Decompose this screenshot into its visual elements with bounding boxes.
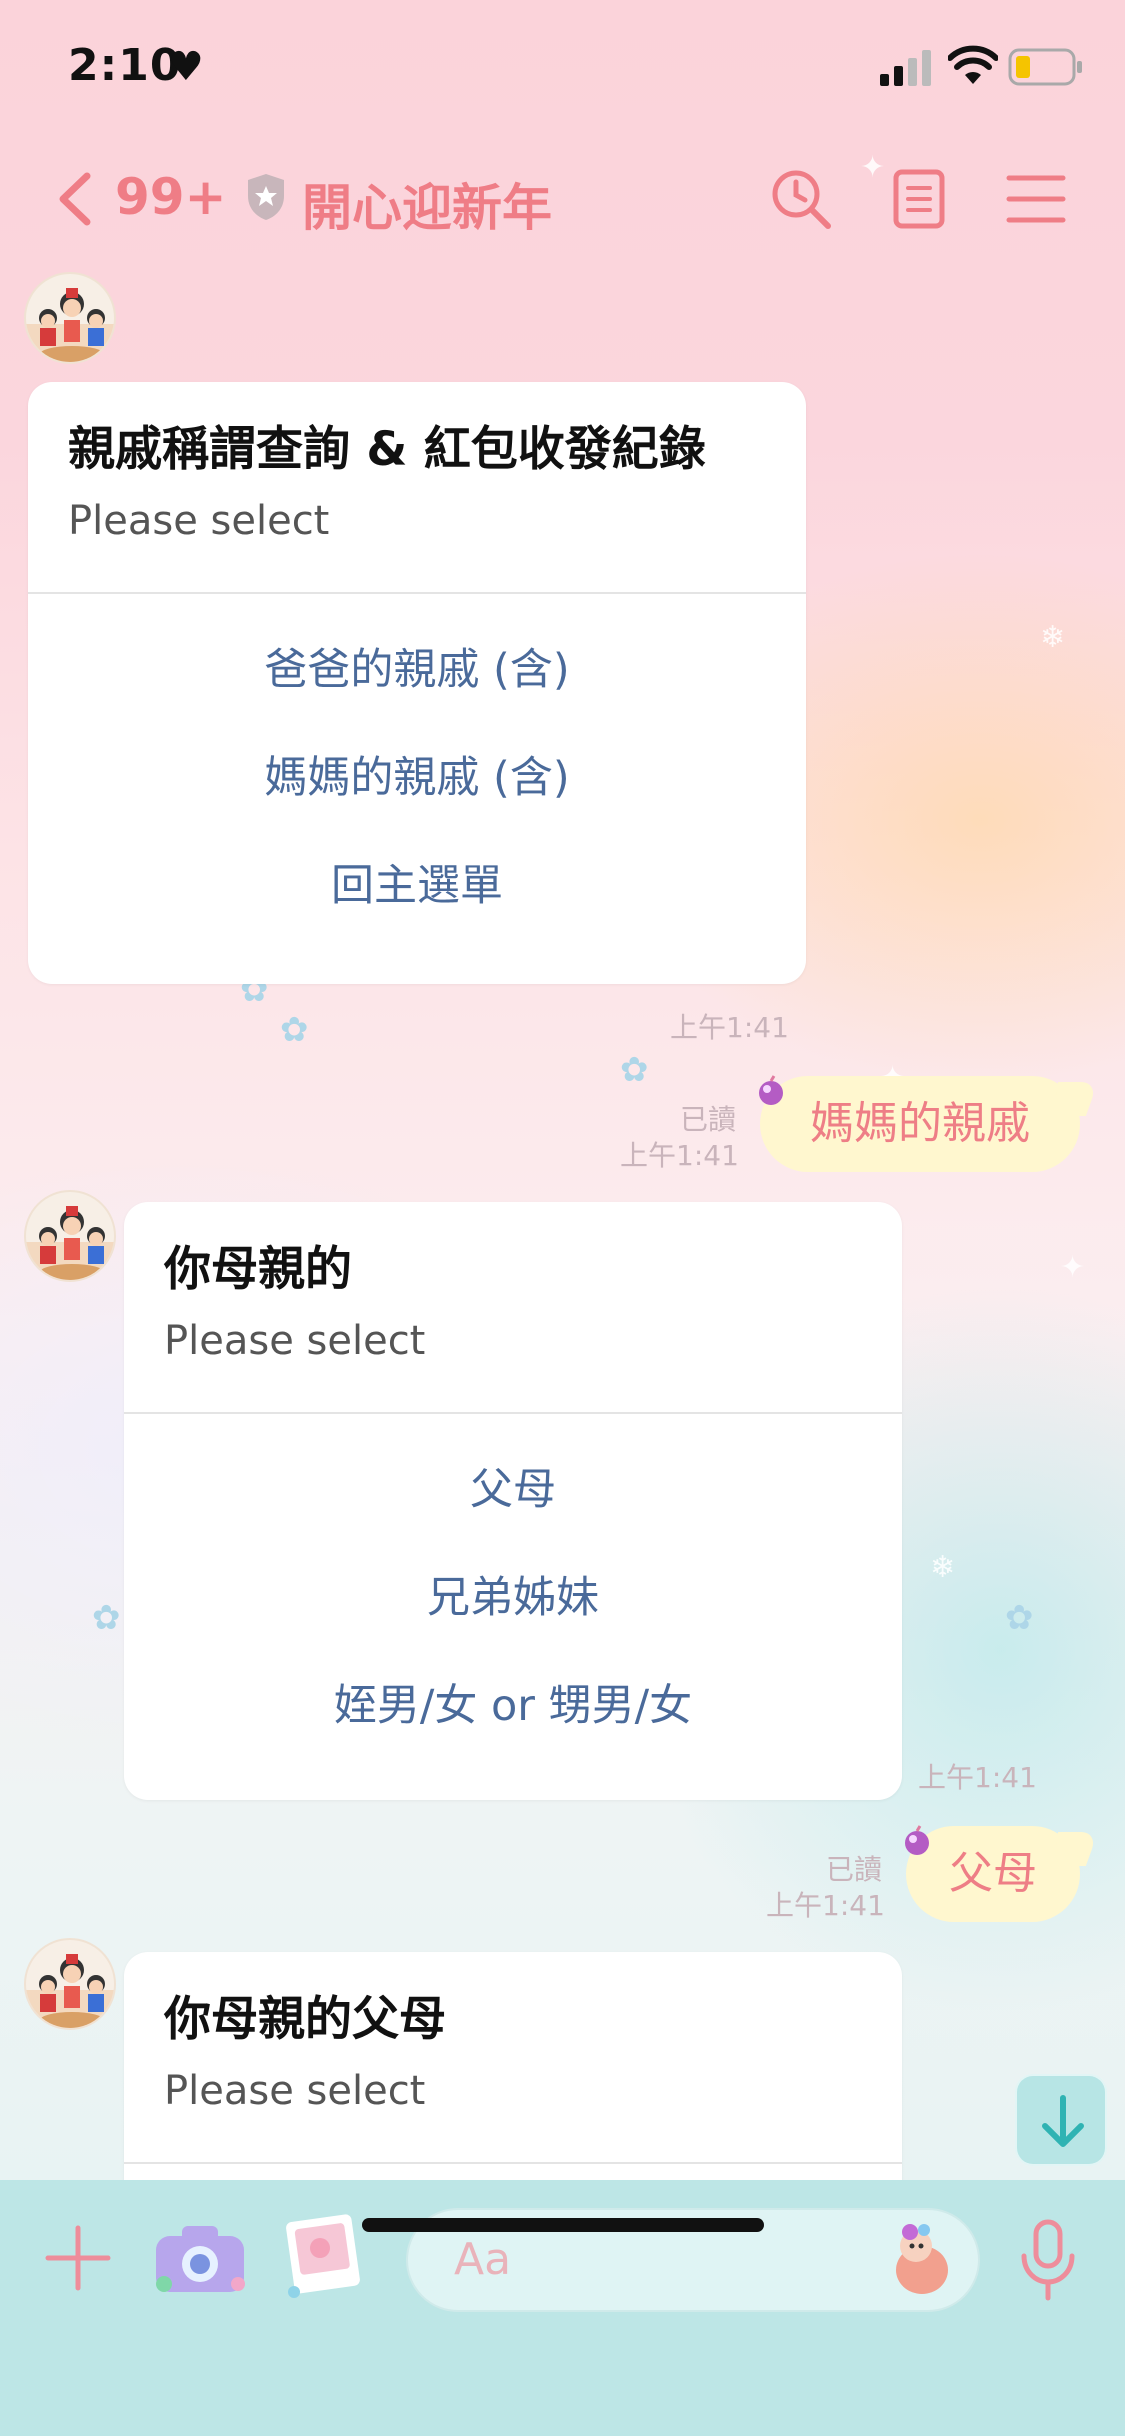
chat-header: 99+ 開心迎新年 — [0, 150, 1125, 250]
bot-avatar[interactable] — [24, 1190, 116, 1282]
message-timestamp: 上午1:41 — [766, 1889, 885, 1922]
sticker-badge-icon — [905, 1825, 929, 1855]
card-header: 你母親的父母 Please select — [124, 1952, 902, 2164]
card-header: 親戚稱謂查詢 & 紅包收發紀錄 Please select — [28, 382, 806, 594]
outgoing-message-bubble[interactable]: 媽媽的親戚 — [760, 1076, 1080, 1172]
read-receipt: 已讀 — [826, 1853, 883, 1886]
flex-message-card: 親戚稱謂查詢 & 紅包收發紀錄 Please select 爸爸的親戚 (含) … — [28, 382, 806, 984]
option-nephews-nieces[interactable]: 姪男/女 or 甥男/女 — [124, 1676, 902, 1784]
camera-icon[interactable] — [148, 2220, 252, 2300]
sparkle-decoration: ❄ — [1040, 620, 1066, 655]
search-icon[interactable] — [768, 166, 834, 232]
family-avatar-icon — [26, 1206, 114, 1280]
flower-decoration: ✿ — [280, 1010, 309, 1050]
message-timestamp: 上午1:41 — [918, 1761, 1037, 1794]
sparkle-decoration: ✦ — [1060, 1250, 1086, 1285]
message-text: 父母 — [949, 1848, 1037, 1899]
card-title: 親戚稱謂查詢 & 紅包收發紀錄 — [68, 422, 706, 477]
card-subtitle: Please select — [68, 498, 330, 544]
card-options: 爸爸的親戚 (含) 媽媽的親戚 (含) 回主選單 — [28, 594, 806, 964]
wifi-icon — [948, 45, 998, 84]
heart-icon: ♥ — [168, 44, 204, 90]
bot-avatar[interactable] — [24, 272, 116, 364]
card-header: 你母親的 Please select — [124, 1202, 902, 1414]
photo-icon[interactable] — [280, 2212, 364, 2302]
flex-message-card: 你母親的 Please select 父母 兄弟姊妹 姪男/女 or 甥男/女 — [124, 1202, 902, 1800]
home-indicator — [362, 2218, 764, 2232]
card-title: 你母親的 — [164, 1242, 352, 1297]
mic-icon[interactable] — [1018, 2218, 1078, 2302]
flower-decoration: ✿ — [620, 1050, 649, 1090]
option-father-relatives[interactable]: 爸爸的親戚 (含) — [28, 640, 806, 748]
card-subtitle: Please select — [164, 2068, 426, 2114]
status-bar: 2:10 ♥ — [0, 0, 1125, 130]
flower-decoration: ✿ — [1005, 1598, 1034, 1638]
notes-icon[interactable] — [886, 166, 952, 232]
message-timestamp: 上午1:41 — [620, 1139, 739, 1172]
sticker-badge-icon — [759, 1075, 783, 1105]
option-main-menu[interactable]: 回主選單 — [28, 856, 806, 964]
shield-icon — [248, 174, 284, 220]
plus-icon[interactable] — [42, 2222, 114, 2294]
message-timestamp: 上午1:41 — [670, 1011, 789, 1044]
back-chevron-icon[interactable] — [55, 170, 95, 228]
family-avatar-icon — [26, 1954, 114, 2028]
arrow-down-icon — [1042, 2095, 1084, 2147]
family-avatar-icon — [26, 288, 114, 362]
menu-icon[interactable] — [1003, 166, 1069, 232]
emoji-icon[interactable] — [886, 2220, 956, 2298]
flex-message-card: 你母親的父母 Please select — [124, 1952, 902, 2212]
card-subtitle: Please select — [164, 1318, 426, 1364]
status-time: 2:10 — [68, 40, 182, 91]
unread-count[interactable]: 99+ — [115, 168, 226, 226]
signal-icon — [880, 50, 931, 86]
scroll-to-bottom-button[interactable] — [1015, 2074, 1107, 2166]
option-mother-relatives[interactable]: 媽媽的親戚 (含) — [28, 748, 806, 856]
flower-decoration: ✿ — [92, 1598, 121, 1638]
card-options: 父母 兄弟姊妹 姪男/女 or 甥男/女 — [124, 1414, 902, 1784]
card-title: 你母親的父母 — [164, 1992, 446, 2047]
chat-title: 開心迎新年 — [302, 179, 552, 237]
sparkle-decoration: ❄ — [930, 1550, 956, 1585]
input-placeholder: Aa — [454, 2234, 512, 2285]
battery-icon — [1008, 48, 1082, 86]
read-receipt: 已讀 — [680, 1103, 737, 1136]
option-parents[interactable]: 父母 — [124, 1460, 902, 1568]
option-siblings[interactable]: 兄弟姊妹 — [124, 1568, 902, 1676]
bot-avatar[interactable] — [24, 1938, 116, 2030]
message-text: 媽媽的親戚 — [810, 1098, 1030, 1149]
